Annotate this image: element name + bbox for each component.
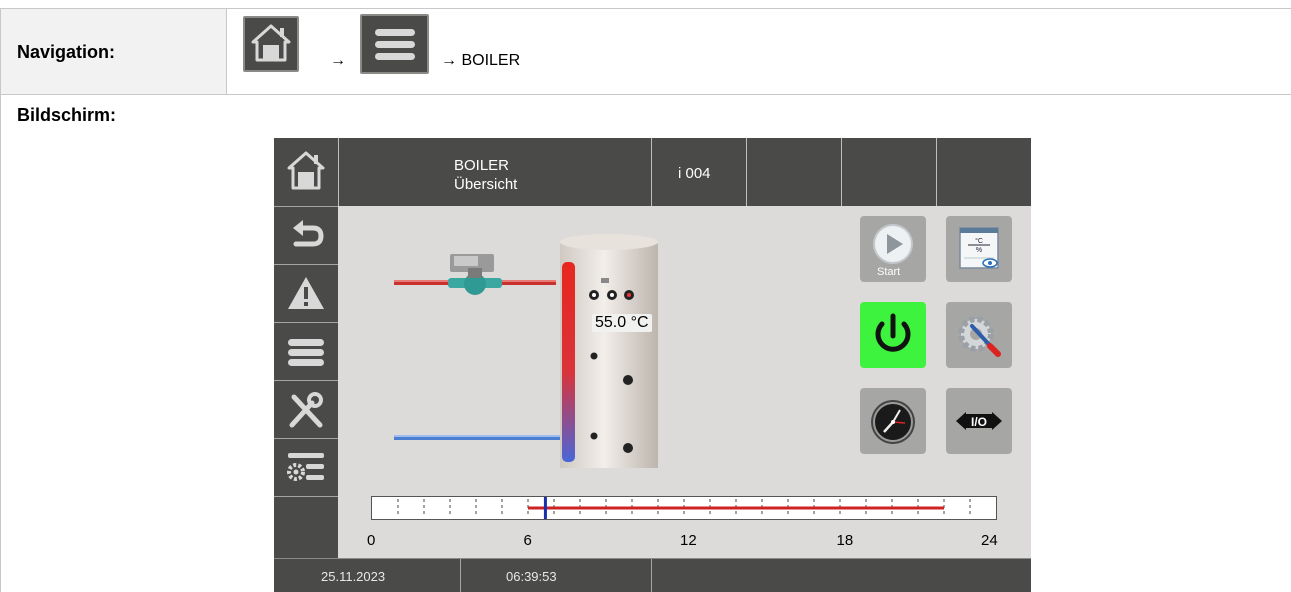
start-label: Start <box>877 266 901 278</box>
warning-button[interactable] <box>274 264 338 322</box>
menu-button[interactable] <box>274 322 338 380</box>
status-separator-2 <box>651 559 652 592</box>
back-icon <box>293 220 324 247</box>
title-line-2: Übersicht <box>454 176 518 193</box>
settings-list-icon <box>287 453 324 481</box>
header-slot-2 <box>841 138 936 206</box>
info-cell[interactable]: i 004 <box>651 138 746 206</box>
pump-icon <box>448 254 502 295</box>
top-bar: BOILER Übersicht i 004 <box>274 138 1031 206</box>
boiler-diagram <box>394 234 658 468</box>
nav-menu-button <box>360 14 429 74</box>
table-column-divider <box>226 8 227 95</box>
page-title: BOILER Übersicht <box>454 156 517 194</box>
home-icon <box>251 24 291 62</box>
nav-target: → BOILER <box>441 52 521 69</box>
back-button[interactable] <box>274 206 338 264</box>
table-divider <box>0 94 1291 95</box>
timeline-tick-label: 24 <box>981 532 998 549</box>
status-bar: 25.11.2023 06:39:53 <box>274 558 1031 592</box>
cold-water-pipe-highlight <box>394 435 566 437</box>
view-values-button[interactable]: °C % <box>946 216 1012 282</box>
view-values-icon: °C % <box>959 227 999 269</box>
home-button[interactable] <box>274 138 338 206</box>
daily-timeline <box>371 496 997 520</box>
settings-list-button[interactable] <box>274 438 338 496</box>
menu-icon <box>375 29 415 60</box>
tools-icon <box>289 392 323 428</box>
title-line-1: BOILER <box>454 157 510 174</box>
header-slot-1 <box>746 138 841 206</box>
clock-icon <box>871 400 915 444</box>
clock-button[interactable] <box>860 388 926 454</box>
warning-icon <box>288 277 324 309</box>
device-screen: BOILER Übersicht i 004 55.0 °C Start °C … <box>274 138 1031 592</box>
status-date: 25.11.2023 <box>321 569 386 584</box>
home-icon <box>287 151 325 190</box>
tools-button[interactable] <box>274 380 338 438</box>
table-border-left <box>0 8 1 592</box>
timeline-graphic <box>397 497 971 519</box>
svg-text:°C: °C <box>975 237 983 245</box>
start-button[interactable]: Start <box>860 216 926 282</box>
svg-text:%: % <box>976 247 982 254</box>
header-slot-3 <box>936 138 1031 206</box>
timeline-tick-label: 18 <box>836 532 854 549</box>
status-separator-1 <box>460 559 461 592</box>
service-button[interactable] <box>946 302 1012 368</box>
sidebar <box>274 206 338 558</box>
timeline-tick-label: 12 <box>680 532 697 549</box>
boiler-tank-icon <box>560 234 658 468</box>
screen-label: Bildschirm: <box>17 105 117 125</box>
status-time: 06:39:53 <box>506 569 557 584</box>
timeline-tick-label: 6 <box>523 532 532 549</box>
boiler-temperature: 55.0 °C <box>592 314 652 332</box>
io-icon: I/O <box>956 412 1002 430</box>
navigation-label: Navigation: <box>17 42 116 62</box>
power-button[interactable] <box>860 302 926 368</box>
menu-icon <box>288 339 324 366</box>
power-icon <box>875 313 911 352</box>
nav-arrow: → <box>330 52 346 69</box>
timeline-tick-label: 0 <box>367 532 376 549</box>
io-label: I/O <box>971 415 987 429</box>
sidebar-empty-slot <box>274 496 338 558</box>
service-icon <box>958 316 1001 357</box>
title-cell: BOILER Übersicht <box>338 138 651 206</box>
nav-home-button <box>243 16 299 72</box>
info-code: i 004 <box>678 165 711 182</box>
io-button[interactable]: I/O <box>946 388 1012 454</box>
